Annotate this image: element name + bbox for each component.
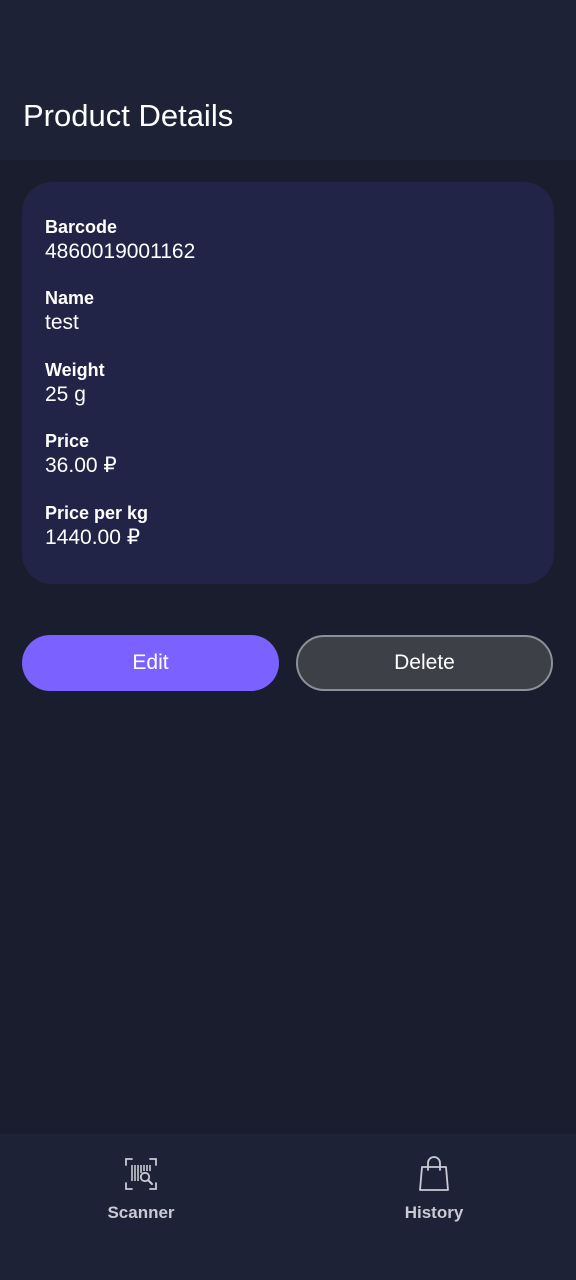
name-field: Name test <box>45 287 94 336</box>
weight-label: Weight <box>45 360 105 380</box>
price-label: Price <box>45 431 90 451</box>
name-label: Name <box>45 288 95 308</box>
barcode-label: Barcode <box>45 217 118 237</box>
app-bar: Product Details <box>0 0 576 160</box>
nav-item-history[interactable]: History <box>288 1134 576 1280</box>
price-per-kg-field: Price per kg 1440.00 ₽ <box>45 502 148 551</box>
nav-label-history: History <box>404 1203 464 1222</box>
page-title: Product Details <box>23 98 234 133</box>
price-per-kg-label: Price per kg <box>45 503 149 523</box>
barcode-scan-icon <box>125 1158 157 1190</box>
nav-item-scanner[interactable]: Scanner <box>0 1134 288 1280</box>
name-value: test <box>45 311 79 334</box>
delete-button[interactable]: Delete <box>296 635 553 691</box>
product-details-card: Barcode 4860019001162 Name test Weight 2… <box>22 182 554 584</box>
nav-label-scanner: Scanner <box>107 1203 175 1222</box>
edit-button[interactable]: Edit <box>22 635 279 691</box>
weight-field: Weight 25 g <box>45 359 105 408</box>
barcode-value: 4860019001162 <box>45 240 196 263</box>
price-per-kg-value: 1440.00 ₽ <box>45 526 141 549</box>
shopping-bag-icon <box>419 1156 449 1191</box>
barcode-field: Barcode 4860019001162 <box>45 216 195 265</box>
price-value: 36.00 ₽ <box>45 454 117 477</box>
price-field: Price 36.00 ₽ <box>45 430 117 479</box>
weight-value: 25 g <box>45 383 86 406</box>
bottom-navigation: Scanner History <box>0 1134 576 1280</box>
